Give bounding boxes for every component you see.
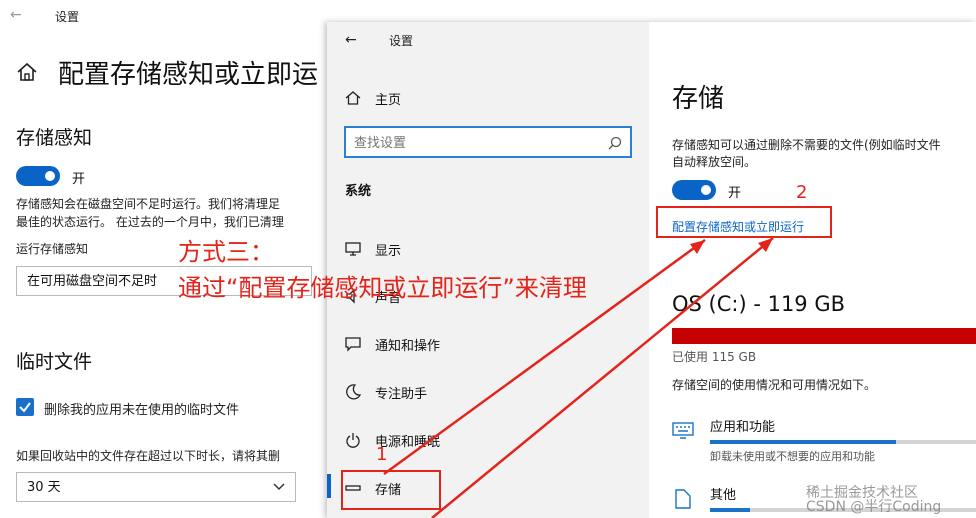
step-number-2: 2 <box>796 182 808 203</box>
arrowhead-1 <box>690 240 705 254</box>
step-number-1: 1 <box>376 444 388 465</box>
annotation-method-title: 方式三： <box>178 238 274 266</box>
highlight-box-configure-link <box>656 206 832 238</box>
watermark-csdn: CSDN @半行Coding <box>806 499 942 515</box>
annotation-arrows <box>383 237 774 518</box>
highlight-box-storage <box>341 470 441 510</box>
annotation-method-desc: 通过“配置存储感知或立即运行”来清理 <box>178 274 587 302</box>
